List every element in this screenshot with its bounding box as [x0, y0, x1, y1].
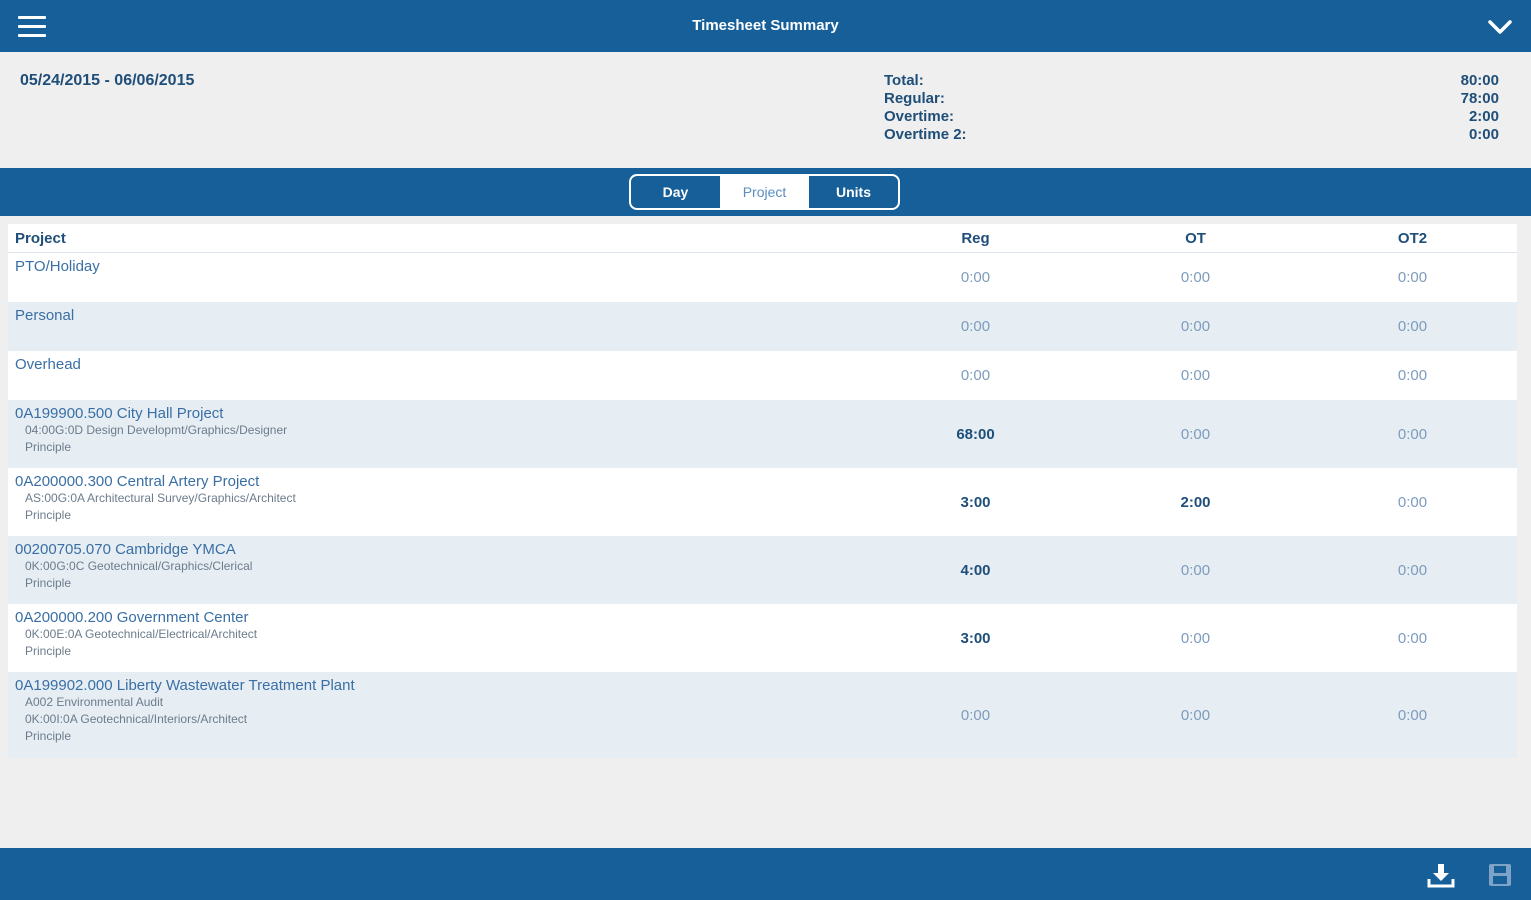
reg-hours-cell: 0:00	[960, 318, 991, 335]
column-header-ot2: OT2	[1397, 229, 1428, 247]
ot-hours-cell: 0:00	[1180, 629, 1211, 647]
ot-hours-cell: 0:00	[1180, 706, 1211, 724]
tab-units[interactable]: Units	[809, 176, 898, 208]
project-detail: 0K:00G:0C Geotechnical/Graphics/Clerical	[25, 559, 253, 573]
table-body: PTO/Holiday 0:00 0:00 0:00 Personal 0:00 0:00 0…	[8, 253, 1517, 758]
view-tab-bar: Day Project Units	[0, 168, 1531, 216]
project-cell: Overhead	[8, 351, 868, 400]
reg-hours-cell: 68:00	[956, 425, 995, 443]
overtime-label: Overtime:	[884, 108, 955, 125]
totals-values: 80:00 78:00 2:00 0:00	[1461, 72, 1499, 144]
tab-day[interactable]: Day	[631, 176, 720, 208]
tab-project[interactable]: Project	[720, 176, 809, 208]
reg-hours-cell: 0:00	[960, 367, 991, 384]
table-row[interactable]: 0A200000.200 Government Center 0K:00E:0A …	[8, 604, 1517, 672]
reg-hours-cell: 3:00	[960, 493, 991, 511]
table-row[interactable]: 0A199900.500 City Hall Project 04:00G:0D …	[8, 400, 1517, 468]
project-detail: 0K:00I:0A Geotechnical/Interiors/Archite…	[25, 712, 248, 726]
ot2-hours-cell: 0:00	[1397, 493, 1428, 511]
reg-hours-cell: 3:00	[960, 629, 991, 647]
ot-hours-cell: 0:00	[1180, 269, 1211, 286]
project-detail: Principle	[25, 440, 72, 454]
view-segmented-control: Day Project Units	[629, 174, 900, 210]
chevron-down-icon[interactable]	[1487, 14, 1513, 40]
project-table: Project Reg OT OT2 PTO/Holiday 0:00 0:00 0:…	[8, 224, 1517, 758]
top-app-bar: Timesheet Summary	[0, 0, 1531, 52]
table-row[interactable]: Personal 0:00 0:00 0:00	[8, 302, 1517, 351]
ot2-hours-cell: 0:00	[1397, 706, 1428, 724]
project-name: 0A200000.300 Central Artery Project	[15, 473, 260, 490]
table-header: Project Reg OT OT2	[8, 224, 1517, 253]
table-row[interactable]: PTO/Holiday 0:00 0:00 0:00	[8, 253, 1517, 302]
ot-hours-cell: 0:00	[1180, 425, 1211, 443]
save-icon[interactable]	[1486, 862, 1514, 888]
overtime2-value: 0:00	[1468, 126, 1499, 143]
bottom-toolbar	[0, 848, 1531, 900]
ot-hours-cell: 0:00	[1180, 367, 1211, 384]
ot-hours-cell: 0:00	[1180, 561, 1211, 579]
column-header-ot: OT	[1185, 229, 1206, 247]
project-detail: Principle	[25, 644, 72, 658]
table-row[interactable]: 00200705.070 Cambridge YMCA 0K:00G:0C Geo…	[8, 536, 1517, 604]
ot-hours-cell: 2:00	[1180, 493, 1211, 511]
reg-hours-cell: 0:00	[960, 706, 991, 724]
project-detail: Principle	[25, 508, 72, 522]
table-row[interactable]: 0A200000.300 Central Artery Project AS:00…	[8, 468, 1517, 536]
project-detail: 0K:00E:0A Geotechnical/Electrical/Archit…	[25, 627, 258, 641]
project-cell: 0A199900.500 City Hall Project 04:00G:0D …	[8, 400, 868, 468]
page-title: Timesheet Summary	[692, 17, 839, 34]
ot2-hours-cell: 0:00	[1397, 425, 1428, 443]
project-detail: AS:00G:0A Architectural Survey/Graphics/…	[25, 491, 296, 505]
project-detail: Principle	[25, 729, 72, 743]
overtime2-label: Overtime 2:	[884, 126, 967, 143]
project-cell: 00200705.070 Cambridge YMCA 0K:00G:0C Geo…	[8, 536, 868, 604]
project-name: 0A199900.500 City Hall Project	[15, 405, 224, 422]
regular-label: Regular:	[884, 90, 945, 107]
summary-panel: 05/24/2015 - 06/06/2015 Total: Regular: …	[0, 52, 1531, 168]
ot2-hours-cell: 0:00	[1397, 269, 1428, 286]
ot2-hours-cell: 0:00	[1397, 367, 1428, 384]
ot2-hours-cell: 0:00	[1397, 318, 1428, 335]
project-detail: 04:00G:0D Design Developmt/Graphics/Desi…	[25, 423, 288, 437]
project-detail: Principle	[25, 576, 72, 590]
reg-hours-cell: 0:00	[960, 269, 991, 286]
project-name: PTO/Holiday	[15, 258, 100, 275]
project-cell: 0A200000.300 Central Artery Project AS:00…	[8, 468, 868, 536]
column-header-project: Project	[15, 229, 66, 247]
project-name: 0A200000.200 Government Center	[15, 609, 249, 626]
table-row[interactable]: Overhead 0:00 0:00 0:00	[8, 351, 1517, 400]
project-name: 0A199902.000 Liberty Wastewater Treatmen…	[15, 677, 355, 694]
overtime-value: 2:00	[1468, 108, 1499, 125]
reg-hours-cell: 4:00	[960, 561, 991, 579]
ot2-hours-cell: 0:00	[1397, 629, 1428, 647]
project-cell: Personal	[8, 302, 868, 351]
project-detail: A002 Environmental Audit	[25, 695, 164, 709]
project-cell: 0A200000.200 Government Center 0K:00E:0A …	[8, 604, 868, 672]
total-value: 80:00	[1460, 72, 1499, 89]
ot2-hours-cell: 0:00	[1397, 561, 1428, 579]
project-cell: PTO/Holiday	[8, 253, 868, 302]
project-name: Overhead	[15, 356, 81, 373]
table-row[interactable]: 0A199902.000 Liberty Wastewater Treatmen…	[8, 672, 1517, 758]
project-name: 00200705.070 Cambridge YMCA	[15, 541, 236, 558]
column-header-reg: Reg	[961, 229, 990, 247]
date-range: 05/24/2015 - 06/06/2015	[20, 72, 195, 89]
totals-labels: Total: Regular: Overtime: Overtime 2:	[884, 72, 967, 144]
ot-hours-cell: 0:00	[1180, 318, 1211, 335]
project-name: Personal	[15, 307, 75, 324]
regular-value: 78:00	[1460, 90, 1499, 107]
total-label: Total:	[884, 72, 924, 89]
project-cell: 0A199902.000 Liberty Wastewater Treatmen…	[8, 672, 868, 758]
download-icon[interactable]	[1427, 862, 1455, 888]
